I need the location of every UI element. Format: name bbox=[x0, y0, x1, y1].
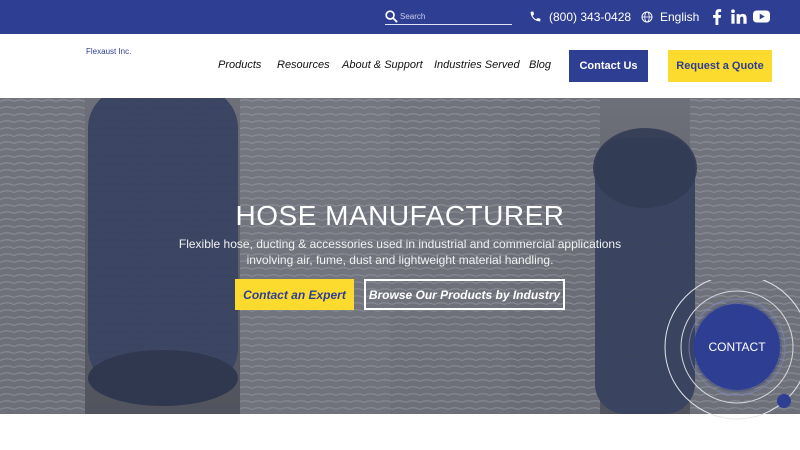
youtube-icon[interactable] bbox=[753, 10, 770, 23]
nav-item-blog[interactable]: Blog bbox=[529, 59, 551, 71]
browse-products-button[interactable]: Browse Our Products by Industry bbox=[364, 279, 565, 310]
search-icon[interactable] bbox=[385, 10, 398, 23]
nav-item-about-support[interactable]: About & Support bbox=[342, 59, 423, 71]
phone-number[interactable]: (800) 343-0428 bbox=[549, 10, 631, 24]
facebook-link[interactable] bbox=[708, 8, 725, 25]
phone-icon bbox=[530, 11, 541, 22]
search-input[interactable] bbox=[400, 9, 510, 23]
hero-title: HOSE MANUFACTURER bbox=[235, 200, 565, 231]
phone-link[interactable]: (800) 343-0428 bbox=[529, 8, 631, 25]
contact-expert-button[interactable]: Contact an Expert bbox=[235, 279, 354, 310]
hero-subtitle-line-1: Flexible hose, ducting & accessories use… bbox=[178, 237, 622, 251]
hero-subtitle-line-2: involving air, fume, dust and lightweigh… bbox=[246, 253, 554, 267]
nav-item-industries-served[interactable]: Industries Served bbox=[434, 59, 520, 71]
utility-bar: (800) 343-0428 English bbox=[0, 0, 800, 34]
search-box[interactable] bbox=[385, 9, 512, 25]
nav-item-products[interactable]: Products bbox=[218, 59, 261, 71]
request-quote-button[interactable]: Request a Quote bbox=[668, 50, 772, 82]
youtube-link[interactable] bbox=[753, 8, 770, 25]
language-label[interactable]: English bbox=[660, 10, 699, 24]
contact-us-button[interactable]: Contact Us bbox=[569, 50, 648, 82]
language-selector[interactable]: English bbox=[641, 8, 699, 25]
contact-widget-label[interactable]: CONTACT bbox=[708, 340, 765, 354]
contact-widget-indicator bbox=[777, 394, 791, 408]
nav-item-resources[interactable]: Resources bbox=[277, 59, 330, 71]
globe-icon bbox=[641, 11, 653, 22]
hero-subtitle: Flexible hose, ducting & accessories use… bbox=[150, 236, 650, 268]
linkedin-icon[interactable] bbox=[730, 9, 747, 24]
logo[interactable]: Flexaust Inc. bbox=[86, 47, 131, 56]
facebook-icon[interactable] bbox=[712, 8, 722, 25]
contact-widget-button[interactable]: CONTACT bbox=[694, 304, 780, 390]
linkedin-link[interactable] bbox=[730, 8, 747, 25]
